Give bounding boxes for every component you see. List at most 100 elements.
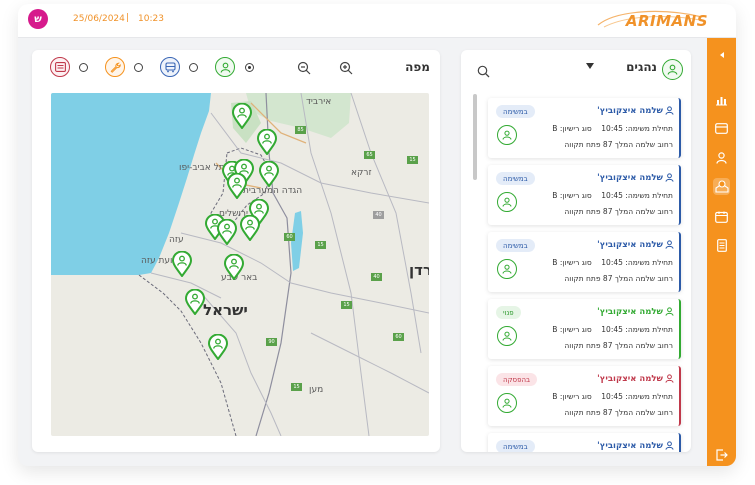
user-icon (665, 374, 674, 383)
user-icon (502, 264, 512, 274)
driver-avatar[interactable] (497, 125, 517, 145)
logout-icon[interactable] (713, 446, 730, 463)
user-icon (502, 197, 512, 207)
filter-tasks-button[interactable] (50, 57, 70, 77)
wrench-icon (110, 62, 121, 73)
chevron-down-icon[interactable] (586, 63, 594, 69)
map-pin-driver[interactable] (171, 250, 193, 278)
map-pin-driver[interactable] (231, 102, 253, 130)
map-pin-icon (239, 214, 261, 242)
search-button[interactable] (477, 63, 490, 78)
task-start-line: תחילת משימה: 10:45 סוג רישיון: B (552, 258, 673, 267)
map-panel: מפה אירביד תל אביב-יפו הגדה המערבית זרקא… (32, 50, 440, 452)
task-start-line: תחילת משימה: 10:45 סוג רישיון: B (552, 124, 673, 133)
map-pin-driver[interactable] (226, 172, 248, 200)
top-bar: ש 25/06/2024 | 10:23 ARIMANS (18, 4, 736, 38)
map-pin-driver[interactable] (256, 128, 278, 156)
user-icon (665, 173, 674, 182)
road-marker: 15 (341, 301, 352, 309)
filter-maintenance-button[interactable] (105, 57, 125, 77)
map-pin-icon (184, 288, 206, 316)
driver-avatar[interactable] (497, 259, 517, 279)
status-badge: במשימה (496, 105, 535, 118)
driver-avatar[interactable] (497, 393, 517, 413)
task-start-line: תחילת משימה: 10:45 סוג רישיון: B (552, 325, 673, 334)
user-icon (667, 64, 678, 75)
driver-avatar[interactable] (497, 192, 517, 212)
map-title: מפה (405, 60, 430, 74)
license-label: סוג רישיון: (559, 124, 592, 133)
license-type: B (552, 258, 558, 267)
driver-card[interactable]: שלמה איצקוביץ' פנוי תחילת משימה: 10:45 סוג… (488, 299, 681, 359)
road-marker: 15 (407, 156, 418, 164)
driver-card[interactable]: שלמה איצקוביץ' במשימה תחילת משימה: 10:45 ס… (488, 232, 681, 292)
filter-radio-tasks[interactable] (79, 63, 88, 72)
license-label: סוג רישיון: (559, 392, 592, 401)
user-avatar[interactable]: ש (28, 9, 48, 29)
status-badge: פנוי (496, 306, 521, 319)
task-start-time: 10:45 (601, 258, 623, 267)
filter-drivers-button[interactable] (215, 57, 235, 77)
road-marker: 85 (295, 126, 306, 134)
filter-vehicles-button[interactable] (160, 57, 180, 77)
zoom-in-button[interactable] (339, 60, 353, 75)
user-icon (502, 130, 512, 140)
map-pin-driver[interactable] (216, 218, 238, 246)
status-badge: במשימה (496, 172, 535, 185)
list-scrollbar[interactable] (473, 94, 477, 180)
driver-avatar[interactable] (497, 326, 517, 346)
driver-card[interactable]: שלמה איצקוביץ' במשימה תחילת משימה: 10:45 ס… (488, 165, 681, 225)
road-marker: 90 (266, 338, 277, 346)
map-canvas[interactable]: אירביד תל אביב-יפו הגדה המערבית זרקא ירו… (51, 93, 429, 436)
driver-card[interactable]: שלמה איצקוביץ' בהפסקה תחילת משימה: 10:45 ס… (488, 366, 681, 426)
user-icon (220, 62, 230, 73)
collapse-arrow-icon[interactable] (713, 46, 730, 63)
driver-name: שלמה איצקוביץ' (597, 240, 663, 250)
map-pin-driver[interactable] (207, 333, 229, 361)
road-marker: 15 (315, 241, 326, 249)
license-type: B (552, 124, 558, 133)
map-pin-driver[interactable] (258, 160, 280, 188)
zoom-in-icon (339, 61, 353, 75)
map-pin-driver[interactable] (239, 214, 261, 242)
driver-address: רחוב שלמה המלך 87 פתח תקווה (564, 274, 673, 283)
user-icon (665, 106, 674, 115)
map-label-tel-aviv: תל אביב-יפו (179, 163, 225, 173)
bar-chart-icon[interactable] (713, 91, 730, 108)
driver-card[interactable]: שלמה איצקוביץ' במשימה (488, 433, 681, 452)
task-start-label: תחילת משימה: (625, 191, 673, 200)
map-label-maan: מען (309, 385, 324, 395)
road-marker: 60 (284, 233, 295, 241)
task-start-line: תחילת משימה: 10:45 סוג רישיון: B (552, 191, 673, 200)
task-start-time: 10:45 (601, 124, 623, 133)
status-badge: במשימה (496, 239, 535, 252)
filter-radio-maintenance[interactable] (134, 63, 143, 72)
task-start-line: תחילת משימה: 10:45 סוג רישיון: B (552, 392, 673, 401)
driver-address: רחוב שלמה המלך 87 פתח תקווה (564, 341, 673, 350)
driver-card[interactable]: שלמה איצקוביץ' במשימה תחילת משימה: 10:45 ס… (488, 98, 681, 158)
task-start-time: 10:45 (601, 325, 623, 334)
driver-name: שלמה איצקוביץ' (597, 374, 663, 384)
map-pin-driver[interactable] (223, 253, 245, 281)
map-label-irbid: אירביד (306, 97, 332, 107)
calendar-icon[interactable] (713, 208, 730, 225)
map-label-israel: ישראל (203, 301, 248, 319)
task-start-label: תחילת משימה: (625, 258, 673, 267)
filter-radio-vehicles[interactable] (189, 63, 198, 72)
task-start-label: תחילת משימה: (625, 124, 673, 133)
drivers-title[interactable]: נהגים (626, 60, 657, 74)
driver-address: רחוב שלמה המלך 87 פתח תקווה (564, 140, 673, 149)
user-icon[interactable] (713, 149, 730, 166)
map-label-zarqa: זרקא (351, 168, 372, 178)
user-icon (665, 240, 674, 249)
document-icon[interactable] (713, 237, 730, 254)
map-label-gaza: עזה (169, 235, 184, 245)
map-pin-driver[interactable] (184, 288, 206, 316)
user-icon (502, 398, 512, 408)
card-icon (54, 62, 66, 72)
map-pin-icon[interactable] (713, 178, 730, 195)
filter-radio-drivers[interactable] (245, 63, 254, 72)
credit-card-icon[interactable] (713, 120, 730, 137)
zoom-out-button[interactable] (297, 60, 311, 75)
zoom-out-icon (297, 61, 311, 75)
